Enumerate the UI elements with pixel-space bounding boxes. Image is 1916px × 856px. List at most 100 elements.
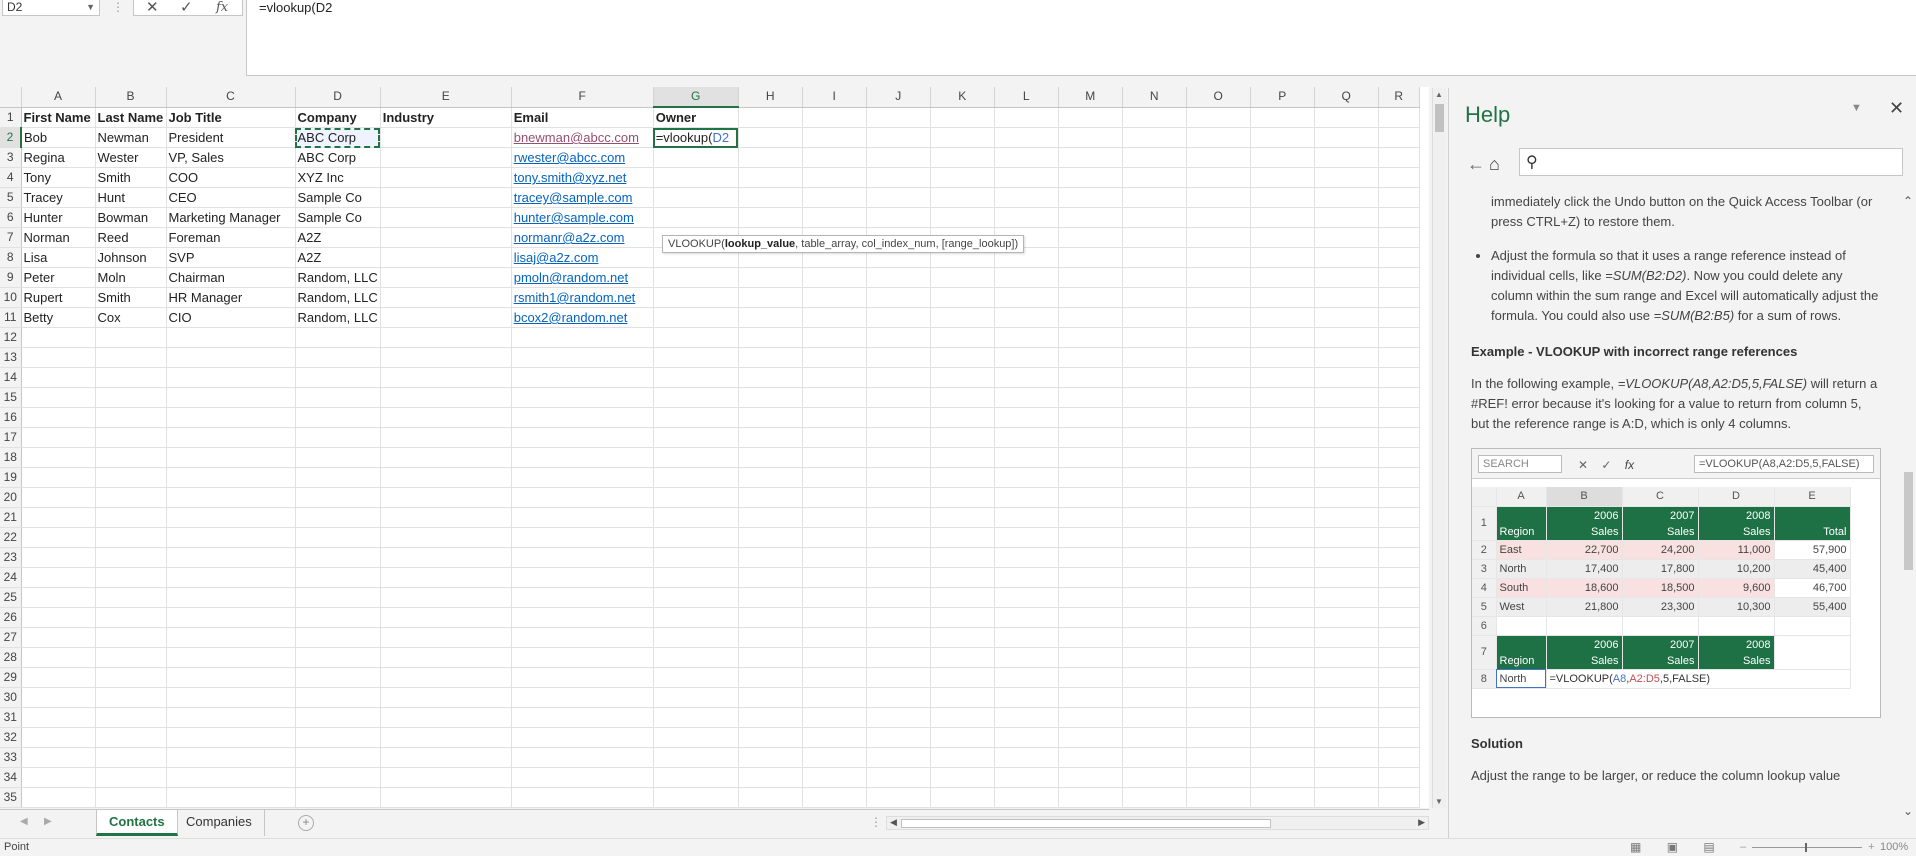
cell[interactable]: [21, 407, 96, 428]
cell[interactable]: [866, 647, 931, 668]
cell[interactable]: [930, 467, 995, 488]
cell[interactable]: [1058, 587, 1123, 608]
row-header[interactable]: 15: [0, 387, 22, 408]
cell[interactable]: [994, 747, 1059, 768]
cell[interactable]: [930, 127, 995, 148]
cell[interactable]: [994, 567, 1059, 588]
cell[interactable]: [1058, 127, 1123, 148]
cell[interactable]: [380, 727, 512, 748]
column-header[interactable]: F: [511, 87, 654, 108]
cell[interactable]: [802, 747, 867, 768]
cell[interactable]: [802, 787, 867, 808]
cell[interactable]: [1314, 227, 1379, 248]
cell[interactable]: [511, 387, 654, 408]
cell[interactable]: [1250, 687, 1315, 708]
cell[interactable]: [166, 587, 296, 608]
cell[interactable]: [95, 407, 167, 428]
cell[interactable]: [295, 607, 381, 628]
row-header[interactable]: 19: [0, 467, 22, 488]
zoom-in-icon[interactable]: +: [1868, 841, 1874, 853]
cell[interactable]: [1314, 787, 1379, 808]
column-header[interactable]: P: [1250, 87, 1315, 108]
cell[interactable]: [95, 527, 167, 548]
cell[interactable]: [1122, 287, 1187, 308]
cell[interactable]: [1122, 467, 1187, 488]
cell[interactable]: [1378, 707, 1420, 728]
cell[interactable]: [1186, 547, 1251, 568]
cell[interactable]: [738, 687, 803, 708]
cell[interactable]: [1122, 547, 1187, 568]
cell[interactable]: [1122, 247, 1187, 268]
cell[interactable]: [653, 607, 739, 628]
cell[interactable]: Smith: [95, 167, 167, 188]
cell[interactable]: Bob: [21, 127, 96, 148]
cell[interactable]: [802, 727, 867, 748]
row-header[interactable]: 28: [0, 647, 22, 668]
cell[interactable]: [1378, 387, 1420, 408]
cell[interactable]: pmoln@random.net: [511, 267, 654, 288]
cell[interactable]: [1378, 227, 1420, 248]
cell[interactable]: [511, 367, 654, 388]
cell[interactable]: [380, 607, 512, 628]
cell[interactable]: [994, 687, 1059, 708]
cell[interactable]: [1314, 747, 1379, 768]
cell[interactable]: [1250, 127, 1315, 148]
cell[interactable]: [738, 527, 803, 548]
cell[interactable]: [511, 607, 654, 628]
row-header[interactable]: 24: [0, 567, 22, 588]
add-sheet-icon[interactable]: +: [298, 815, 314, 831]
cell[interactable]: [866, 107, 931, 128]
tab-split-grip-icon[interactable]: ⋮: [870, 815, 882, 829]
zoom-level[interactable]: 100%: [1880, 839, 1908, 856]
cell[interactable]: [95, 587, 167, 608]
cell[interactable]: [994, 407, 1059, 428]
cell[interactable]: [1058, 467, 1123, 488]
cell[interactable]: Random, LLC: [295, 287, 381, 308]
cell[interactable]: [802, 607, 867, 628]
cell[interactable]: [994, 307, 1059, 328]
cell[interactable]: [380, 527, 512, 548]
cell[interactable]: [653, 467, 739, 488]
cell[interactable]: [1250, 707, 1315, 728]
cell[interactable]: [166, 507, 296, 528]
cell[interactable]: [738, 647, 803, 668]
row-header[interactable]: 29: [0, 667, 22, 688]
cell[interactable]: Random, LLC: [295, 307, 381, 328]
cell[interactable]: [1186, 367, 1251, 388]
cell[interactable]: [738, 747, 803, 768]
cell[interactable]: [802, 447, 867, 468]
row-header[interactable]: 31: [0, 707, 22, 728]
cell[interactable]: [21, 707, 96, 728]
cell[interactable]: [738, 207, 803, 228]
cell[interactable]: [1314, 407, 1379, 428]
cell[interactable]: [511, 407, 654, 428]
cell[interactable]: [166, 387, 296, 408]
cell[interactable]: [1186, 307, 1251, 328]
cell[interactable]: [1378, 587, 1420, 608]
cell[interactable]: [1314, 427, 1379, 448]
cell[interactable]: [930, 387, 995, 408]
cell[interactable]: [1058, 207, 1123, 228]
row-header[interactable]: 8: [0, 247, 22, 268]
cell[interactable]: [1058, 307, 1123, 328]
cell[interactable]: [653, 507, 739, 528]
row-header[interactable]: 17: [0, 427, 22, 448]
cell[interactable]: [166, 527, 296, 548]
cell[interactable]: [802, 267, 867, 288]
cell[interactable]: Hunter: [21, 207, 96, 228]
cell[interactable]: Bowman: [95, 207, 167, 228]
cell[interactable]: [95, 787, 167, 808]
cell[interactable]: [738, 567, 803, 588]
cell[interactable]: [930, 447, 995, 468]
cell[interactable]: [1122, 407, 1187, 428]
cell[interactable]: [295, 387, 381, 408]
cell[interactable]: [1378, 147, 1420, 168]
cell[interactable]: [21, 747, 96, 768]
cell[interactable]: [738, 487, 803, 508]
cell[interactable]: [21, 687, 96, 708]
cell[interactable]: [295, 527, 381, 548]
cell[interactable]: [653, 207, 739, 228]
cell[interactable]: [1058, 767, 1123, 788]
cell[interactable]: [1186, 347, 1251, 368]
scroll-thumb[interactable]: [1435, 104, 1444, 132]
